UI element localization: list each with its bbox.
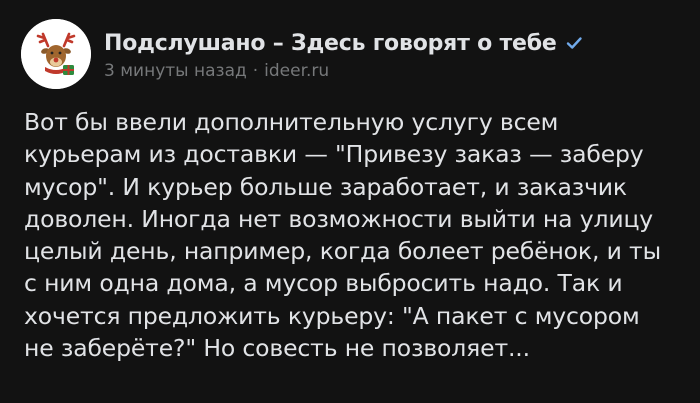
community-avatar[interactable] xyxy=(21,19,91,89)
post-text-line: курьерам из доставки — "Привезу заказ — … xyxy=(24,140,644,169)
verified-check-icon xyxy=(564,33,584,53)
post-text-line: Вот бы ввели дополнительную услугу всем xyxy=(24,108,559,136)
post-meta: 3 минуты назад · ideer.ru xyxy=(104,61,694,81)
post-text-line: с ним одна дома, а мусор выбросить надо.… xyxy=(24,269,623,298)
post-text-line: мусор". И курьер больше заработает, и за… xyxy=(24,172,627,201)
post-text-line: доволен. Иногда нет возможности выйти на… xyxy=(24,204,654,233)
post-header: Подслушано – Здесь говорят о тебе 3 мину… xyxy=(104,26,694,81)
post-text-line: целый день, например, когда болеет ребён… xyxy=(24,237,661,266)
community-name-link[interactable]: Подслушано – Здесь говорят о тебе xyxy=(104,31,557,56)
post-text: Вот бы ввели дополнительную услугу всем … xyxy=(24,106,692,364)
post-source-link[interactable]: ideer.ru xyxy=(264,61,329,81)
post-card: Подслушано – Здесь говорят о тебе 3 мину… xyxy=(0,0,700,403)
title-row: Подслушано – Здесь говорят о тебе xyxy=(104,26,694,60)
reindeer-logo-icon xyxy=(21,19,91,89)
post-text-line: не заберёте?" Но совесть не позволяет... xyxy=(24,334,530,363)
post-text-line: хочется предложить курьеру: "А пакет с м… xyxy=(24,301,640,330)
post-time-link[interactable]: 3 минуты назад xyxy=(104,61,247,81)
meta-separator: · xyxy=(252,61,259,81)
